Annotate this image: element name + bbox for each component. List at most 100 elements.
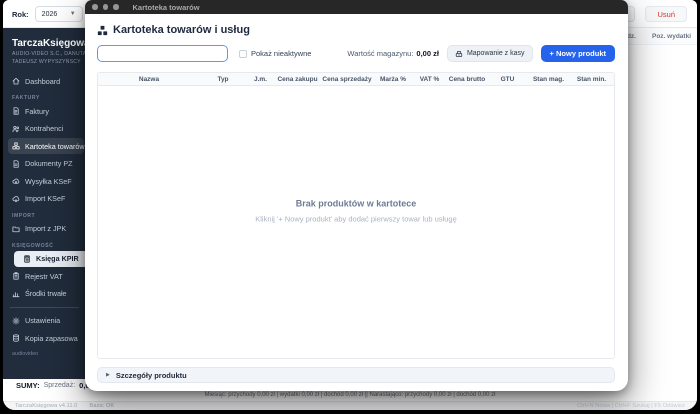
company-name-line2: TADEUSZ WYPYSZYŃSCY [12,59,86,67]
cash-register-icon [455,50,463,58]
empty-state: Brak produktów w kartotece Kliknij '+ No… [98,199,614,224]
sidebar-item-kopia-zapasowa[interactable]: Kopia zapasowa [8,330,86,346]
product-details-label: Szczegóły produktu [116,371,187,380]
sidebar-item-kontrahenci[interactable]: Kontrahenci [8,121,86,137]
month-summary-text: Miesiąc: przychody 0,00 zł | wydatki 0,0… [205,392,496,398]
sidebar-item-label: Dokumenty PZ [25,159,73,168]
sidebar-item-księga-kpir[interactable]: Księga KPIR [14,251,86,267]
sales-label: Sprzedaż: [44,382,76,389]
modal-body: Kartoteka towarów i usług Pokaż nieaktyw… [85,14,628,391]
year-selector-group: Rok: 2026 ▼ [12,0,83,28]
sidebar-section-label: FAKTURY [12,95,86,101]
modal-title: Kartoteka towarów i usług [113,24,250,36]
sidebar-nav: Dashboard FAKTURY Faktury Kontrahenci Kartot… [3,73,86,346]
stock-value-group: Wartość magazynu: 0,00 zł [347,49,439,58]
window-maximize-icon[interactable] [113,4,119,10]
delete-button[interactable]: Usuń [645,6,687,22]
kartoteka-modal-window: Kartoteka towarów Kartoteka towarów i us… [85,0,628,391]
sidebar-item-import-z-jpk[interactable]: Import z JPK [8,221,86,237]
db-status: Baza: OK [89,403,114,409]
new-product-label: + Nowy produkt [550,49,606,58]
sidebar-item-label: Import z JPK [25,224,66,233]
year-label: Rok: [12,10,29,19]
product-search-input[interactable] [97,45,228,62]
triangle-right-icon: ▶ [106,372,110,378]
sidebar-item-label: Dashboard [25,77,60,86]
sidebar-item-ustawienia[interactable]: Ustawienia [8,313,86,329]
table-column-header[interactable]: VAT % [412,76,447,83]
mapping-button-label: Mapowanie z kasy [467,50,525,57]
table-column-header[interactable]: Cena sprzedaży [320,76,374,83]
new-product-button[interactable]: + Nowy produkt [541,45,615,62]
gear-icon [12,317,20,325]
sidebar-item-label: Kontrahenci [25,124,63,133]
cloud-download-icon [12,195,20,203]
empty-state-subtitle: Kliknij '+ Nowy produkt' aby dodać pierw… [98,215,614,224]
checkbox-icon[interactable] [239,50,247,58]
sidebar: TarczaKsięgowa AUDIO-VIDEO S.C., DANUTA … [3,28,86,379]
sidebar-item-faktury[interactable]: Faktury [8,103,86,119]
folder-icon [12,225,20,233]
sidebar-item-kartoteka-towarów[interactable]: Kartoteka towarów [8,138,84,154]
window-close-icon[interactable] [92,4,98,10]
boxes-icon [12,142,20,150]
company-name-line1: AUDIO-VIDEO S.C., DANUTA [12,51,86,59]
cloud-upload-icon [12,177,20,185]
home-icon [12,77,20,85]
stock-value-label: Wartość magazynu: [347,49,413,58]
sidebar-item-label: Faktury [25,107,49,116]
ledger-icon [23,255,31,263]
sidebar-divider [10,307,79,308]
cash-register-mapping-button[interactable]: Mapowanie z kasy [447,45,533,62]
year-select[interactable]: 2026 ▼ [35,6,83,22]
show-inactive-toggle[interactable]: Pokaż nieaktywne [239,49,311,58]
table-column-header[interactable]: Cena zakupu [275,76,320,83]
sidebar-item-label: Księga KPIR [36,254,79,263]
table-column-header[interactable]: Typ [200,76,246,83]
modal-toolbar: Pokaż nieaktywne Wartość magazynu: 0,00 … [97,44,615,63]
invoice-icon [12,107,20,115]
empty-state-title: Brak produktów w kartotece [98,199,614,209]
table-column-header[interactable]: Nazwa [98,76,200,83]
sidebar-item-label: Wysyłka KSeF [25,177,72,186]
table-column-header[interactable]: Stan mag. [528,76,569,83]
sidebar-item-label: Ustawienia [25,316,60,325]
modal-titlebar[interactable]: Kartoteka towarów [85,0,628,14]
table-column-header[interactable]: J.m. [246,76,275,83]
sidebar-item-label: Kartoteka towarów [25,142,85,151]
products-table-header: NazwaTypJ.m.Cena zakupuCena sprzedażyMar… [98,73,614,86]
app-version: TarczaKsięgowa v4.11.0 [15,403,77,409]
database-icon [12,334,20,342]
sidebar-item-label: Rejestr VAT [25,272,63,281]
month-summary: Miesiąc: przychody 0,00 zł | wydatki 0,0… [3,392,697,401]
boxes-icon [97,25,108,36]
document-icon [12,160,20,168]
product-details-expander[interactable]: ▶ Szczegóły produktu [97,367,615,383]
column-header-poz-wydatki: Poz. wydatki [652,33,691,40]
sidebar-footer-user: audiovideo [12,351,86,357]
stock-value: 0,00 zł [416,49,439,58]
sums-label: SUMY: [16,381,40,390]
people-icon [12,125,20,133]
table-column-header[interactable]: Stan min. [569,76,614,83]
table-column-header[interactable]: Marża % [374,76,412,83]
products-table-body: Brak produktów w kartotece Kliknij '+ No… [98,86,614,358]
shortcut-hints: Ctrl+N Nowa | Ctrl+F Szukaj | F5 Odśwież [577,403,685,409]
table-column-header[interactable]: Cena brutto [447,76,487,83]
modal-window-title: Kartoteka towarów [133,3,200,12]
sidebar-item-rejestr-vat[interactable]: Rejestr VAT [8,268,86,284]
sidebar-item-środki-trwałe[interactable]: Środki trwałe [8,286,86,302]
products-table: NazwaTypJ.m.Cena zakupuCena sprzedażyMar… [97,72,615,359]
statusbar: TarczaKsięgowa v4.11.0 Baza: OK Ctrl+N N… [3,401,697,410]
sidebar-item-dokumenty-pz[interactable]: Dokumenty PZ [8,156,86,172]
sidebar-item-label: Środki trwałe [25,289,67,298]
sidebar-item-dashboard[interactable]: Dashboard [8,73,86,89]
screen: Rok: 2026 ▼ Edytuj Usuń Wynagrodz. Poz. … [0,0,700,414]
modal-header: Kartoteka towarów i usług [97,24,615,36]
table-column-header[interactable]: GTU [487,76,528,83]
sidebar-item-wysyłka-ksef[interactable]: Wysyłka KSeF [8,173,86,189]
sidebar-item-import-ksef[interactable]: Import KSeF [8,191,86,207]
chart-icon [12,290,20,298]
window-minimize-icon[interactable] [103,4,109,10]
show-inactive-label: Pokaż nieaktywne [251,49,311,58]
